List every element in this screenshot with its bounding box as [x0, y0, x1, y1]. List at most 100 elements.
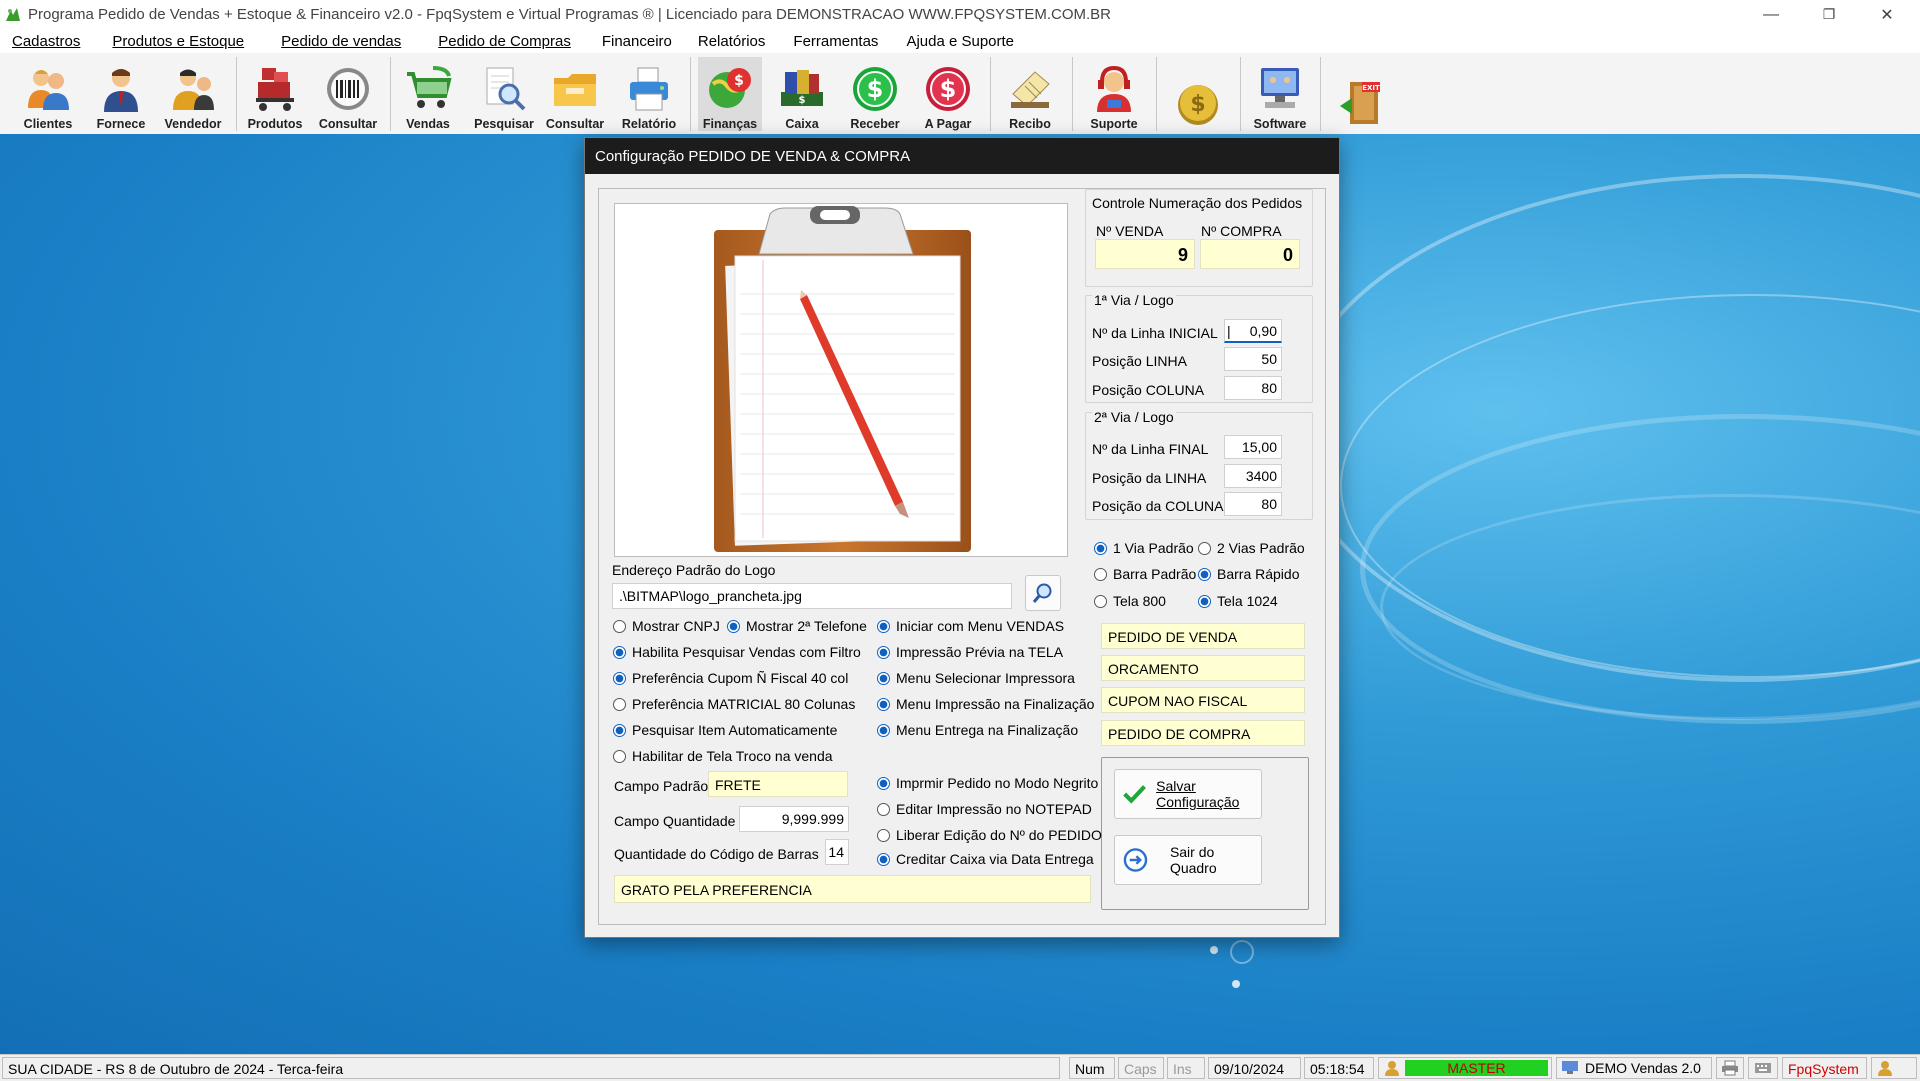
- businessman-icon: [96, 64, 146, 114]
- computer-users-icon: [1255, 64, 1305, 114]
- barra-padrao-radio[interactable]: Barra Padrão: [1094, 566, 1196, 582]
- vendedor-button[interactable]: Vendedor: [163, 57, 223, 131]
- creditar-caixa-radio[interactable]: Creditar Caixa via Data Entrega: [877, 851, 1094, 867]
- svg-text:$: $: [1190, 92, 1205, 117]
- tela-1024-radio[interactable]: Tela 1024: [1198, 593, 1278, 609]
- venda-number-field[interactable]: 9: [1095, 239, 1195, 269]
- pedido-compra-title-field[interactable]: PEDIDO DE COMPRA: [1101, 720, 1305, 746]
- menu-relatorios[interactable]: Relatórios: [685, 33, 779, 50]
- cupom-title-field[interactable]: CUPOM NAO FISCAL: [1101, 687, 1305, 713]
- clientes-button[interactable]: Clientes: [18, 57, 78, 131]
- posicao-coluna-label: Posição COLUNA: [1092, 382, 1205, 398]
- campo-padrao-field[interactable]: FRETE: [708, 771, 848, 797]
- consultar-button[interactable]: Consultar: [545, 57, 605, 131]
- pesquisar-button[interactable]: Pesquisar: [472, 57, 536, 131]
- menu-impressao-finalizacao-radio[interactable]: Menu Impressão na Finalização: [877, 696, 1094, 712]
- suporte-button[interactable]: Suporte: [1083, 57, 1145, 131]
- iniciar-menu-vendas-radio[interactable]: Iniciar com Menu VENDAS: [877, 618, 1064, 634]
- status-edition-panel: DEMO Vendas 2.0: [1556, 1057, 1712, 1079]
- apagar-button[interactable]: $ A Pagar: [918, 57, 978, 131]
- magnifier-icon: [1032, 583, 1052, 603]
- cart-boxes-icon: [250, 64, 300, 114]
- qtd-codigo-barras-label: Quantidade do Código de Barras: [614, 846, 819, 862]
- posicao-da-linha-field[interactable]: 3400: [1224, 464, 1282, 488]
- svg-text:$: $: [867, 75, 884, 103]
- campo-quantidade-field[interactable]: 9,999.999: [739, 806, 849, 832]
- red-dollar-icon: $: [923, 64, 973, 114]
- tela-800-radio[interactable]: Tela 800: [1094, 593, 1166, 609]
- svg-text:$: $: [799, 95, 806, 106]
- financas-button[interactable]: $ Finanças: [698, 57, 762, 131]
- menu-ajuda-suporte[interactable]: Ajuda e Suporte: [891, 33, 1027, 50]
- recibo-button[interactable]: Recibo: [999, 57, 1061, 131]
- receber-button[interactable]: $ Receber: [845, 57, 905, 131]
- arrow-right-circle-icon: [1123, 848, 1148, 872]
- svg-text:$: $: [940, 75, 957, 103]
- menu-produtos-estoque[interactable]: Produtos e Estoque: [93, 33, 257, 50]
- menu-pedido-vendas[interactable]: Pedido de vendas: [257, 33, 414, 50]
- caixa-button[interactable]: $ Caixa: [772, 57, 832, 131]
- coin-button[interactable]: $: [1168, 57, 1228, 131]
- habilitar-troco-radio[interactable]: Habilitar de Tela Troco na venda: [613, 748, 833, 764]
- pedido-venda-title-field[interactable]: PEDIDO DE VENDA: [1101, 623, 1305, 649]
- impressao-previa-radio[interactable]: Impressão Prévia na TELA: [877, 644, 1063, 660]
- compra-number-field[interactable]: 0: [1200, 239, 1300, 269]
- browse-logo-button[interactable]: [1025, 575, 1061, 611]
- preferencia-matricial-radio[interactable]: Preferência MATRICIAL 80 Colunas: [613, 696, 855, 712]
- menu-financeiro[interactable]: Financeiro: [584, 33, 685, 50]
- menu-cadastros[interactable]: Cadastros: [0, 33, 93, 50]
- menu-entrega-finalizacao-radio[interactable]: Menu Entrega na Finalização: [877, 722, 1078, 738]
- logo-path-field[interactable]: .\BITMAP\logo_prancheta.jpg: [612, 583, 1012, 609]
- menu-bar: Cadastros Produtos e Estoque Pedido de v…: [0, 29, 1920, 53]
- shopping-cart-icon: [403, 64, 453, 114]
- vias2-padrao-radio[interactable]: 2 Vias Padrão: [1198, 540, 1305, 556]
- pesquisar-item-radio[interactable]: Pesquisar Item Automaticamente: [613, 722, 837, 738]
- via1-title: 1ª Via / Logo: [1092, 292, 1176, 308]
- habilita-pesquisar-radio[interactable]: Habilita Pesquisar Vendas com Filtro: [613, 644, 861, 660]
- fornece-button[interactable]: Fornece: [91, 57, 151, 131]
- editar-notepad-radio[interactable]: Editar Impressão no NOTEPAD: [877, 801, 1092, 817]
- software-button[interactable]: Software: [1248, 57, 1312, 131]
- status-edition: DEMO Vendas 2.0: [1585, 1060, 1701, 1076]
- menu-pedido-compras[interactable]: Pedido de Compras: [414, 33, 584, 50]
- status-printer-button[interactable]: [1716, 1057, 1744, 1079]
- orcamento-title-field[interactable]: ORCAMENTO: [1101, 655, 1305, 681]
- checkmark-icon: [1123, 785, 1146, 804]
- sair-quadro-button[interactable]: Sair do Quadro: [1114, 835, 1262, 885]
- posicao-linha-field[interactable]: 50: [1224, 347, 1282, 371]
- title-bar: Programa Pedido de Vendas + Estoque & Fi…: [0, 0, 1920, 29]
- mostrar-2-telefone-radio[interactable]: Mostrar 2ª Telefone: [727, 618, 867, 634]
- close-button[interactable]: ✕: [1858, 0, 1916, 29]
- imprimir-negrito-radio[interactable]: Imprmir Pedido no Modo Negrito: [877, 775, 1098, 791]
- menu-ferramentas[interactable]: Ferramentas: [778, 33, 891, 50]
- preferencia-cupom-radio[interactable]: Preferência Cupom Ñ Fiscal 40 col: [613, 670, 848, 686]
- produtos-button[interactable]: Produtos: [245, 57, 305, 131]
- linha-final-field[interactable]: 15,00: [1224, 435, 1282, 459]
- barra-rapido-radio[interactable]: Barra Rápido: [1198, 566, 1300, 582]
- posicao-da-coluna-label: Posição da COLUNA: [1092, 498, 1224, 514]
- support-agent-icon: [1089, 64, 1139, 114]
- mensagem-rodape-field[interactable]: GRATO PELA PREFERENCIA: [614, 875, 1091, 903]
- mostrar-cnpj-radio[interactable]: Mostrar CNPJ: [613, 618, 720, 634]
- minimize-button[interactable]: —: [1742, 0, 1800, 29]
- qtd-codigo-barras-field[interactable]: 14: [825, 839, 849, 865]
- status-caps: Caps: [1118, 1057, 1164, 1079]
- menu-selecionar-impressora-radio[interactable]: Menu Selecionar Impressora: [877, 670, 1075, 686]
- restore-button[interactable]: ❐: [1800, 0, 1858, 29]
- consultar-produtos-button[interactable]: Consultar: [318, 57, 378, 131]
- people-icon: [23, 64, 73, 114]
- status-keyboard-button[interactable]: [1748, 1057, 1778, 1079]
- gold-coin-icon: $: [1173, 78, 1223, 128]
- via1-padrao-radio[interactable]: 1 Via Padrão: [1094, 540, 1194, 556]
- liberar-edicao-radio[interactable]: Liberar Edição do Nº do PEDIDO: [877, 827, 1102, 843]
- posicao-coluna-field[interactable]: 80: [1224, 376, 1282, 400]
- user-icon: [1385, 1061, 1399, 1076]
- vendas-button[interactable]: Vendas: [398, 57, 458, 131]
- linha-inicial-field[interactable]: | 0,90: [1224, 319, 1282, 343]
- exit-button[interactable]: EXIT: [1330, 57, 1392, 131]
- salvar-configuracao-button[interactable]: Salvar Configuração: [1114, 769, 1262, 819]
- posicao-da-coluna-field[interactable]: 80: [1224, 492, 1282, 516]
- relatorio-button[interactable]: Relatório: [618, 57, 680, 131]
- clipboard-pencil-icon: [714, 206, 971, 552]
- status-bar: SUA CIDADE - RS 8 de Outubro de 2024 - T…: [0, 1054, 1920, 1081]
